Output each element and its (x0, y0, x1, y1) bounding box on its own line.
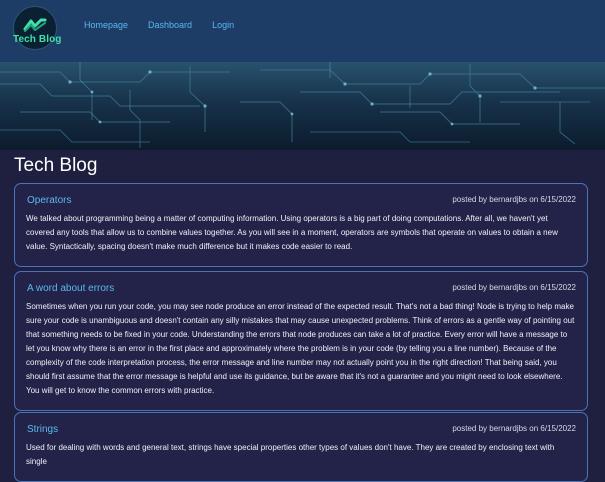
post-title-link[interactable]: Strings (27, 424, 58, 435)
nav-link-homepage[interactable]: Homepage (84, 20, 128, 30)
post-card: A word about errors posted by bernardjbs… (14, 271, 588, 411)
nav-link-dashboard[interactable]: Dashboard (148, 20, 192, 30)
post-title-link[interactable]: Operators (27, 195, 71, 206)
logo-icon (23, 18, 47, 32)
top-navbar: Tech Blog Homepage Dashboard Login (0, 0, 605, 62)
page-title: Tech Blog (14, 155, 98, 176)
post-card: Operators posted by bernardjbs on 6/15/2… (14, 183, 588, 267)
post-meta: posted by bernardjbs on 6/15/2022 (452, 283, 576, 292)
post-body: Sometimes when you run your code, you ma… (26, 302, 575, 395)
post-meta: posted by bernardjbs on 6/15/2022 (452, 195, 576, 204)
hero-banner (0, 62, 605, 150)
circuit-banner-image (0, 62, 605, 148)
post-body: We talked about programming being a matt… (26, 214, 558, 251)
nav-link-login[interactable]: Login (212, 20, 234, 30)
post-body: Used for dealing with words and general … (26, 443, 555, 466)
post-title-link[interactable]: A word about errors (27, 283, 114, 294)
nav-links: Homepage Dashboard Login (84, 20, 254, 30)
post-card: Strings posted by bernardjbs on 6/15/202… (14, 412, 588, 482)
logo-text: Tech Blog (13, 34, 62, 45)
post-meta: posted by bernardjbs on 6/15/2022 (452, 424, 576, 433)
